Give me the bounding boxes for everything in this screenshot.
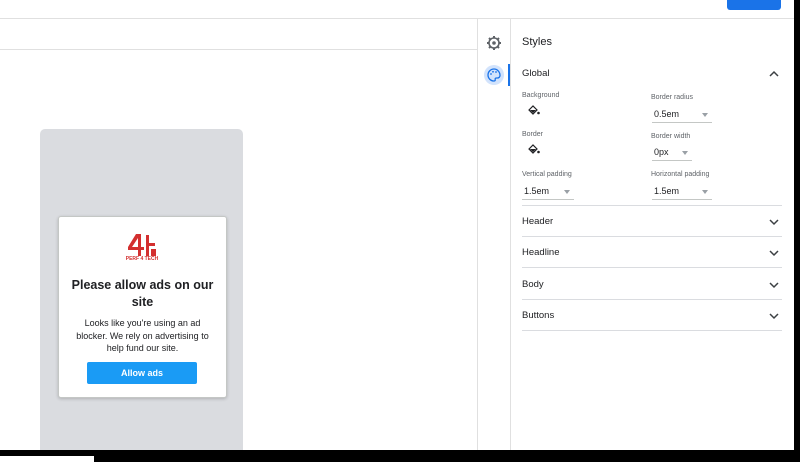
section-global[interactable]: Global <box>522 66 780 84</box>
bottom-strip <box>0 456 94 462</box>
vertical-padding-label: Vertical padding <box>522 171 572 178</box>
paint-bucket-icon[interactable] <box>527 143 541 155</box>
dropdown-arrow-icon <box>564 190 570 194</box>
canvas-divider <box>0 49 477 50</box>
section-divider <box>522 267 782 268</box>
section-headline[interactable]: Headline <box>522 245 780 263</box>
border-width-value: 0px <box>654 147 669 157</box>
perf4tech-logo: PERF 4 TECH <box>125 232 159 264</box>
ad-block-dialog: PERF 4 TECH Please allow ads on our site… <box>58 216 227 398</box>
section-divider <box>522 236 782 237</box>
border-width-label: Border width <box>651 133 691 140</box>
paint-bucket-icon[interactable] <box>527 104 541 116</box>
styles-panel: Styles Global Background Border radius 0… <box>510 19 794 450</box>
side-rail <box>477 19 511 450</box>
chevron-down-icon <box>769 250 779 257</box>
section-divider <box>522 205 782 206</box>
palette-icon[interactable] <box>484 65 504 85</box>
border-width-select[interactable]: 0px <box>652 146 692 161</box>
border-radius-value: 0.5em <box>654 109 680 119</box>
section-label: Headline <box>522 247 560 258</box>
panel-title: Styles <box>522 36 552 48</box>
allow-ads-button[interactable]: Allow ads <box>87 362 197 384</box>
border-label: Border <box>522 131 544 138</box>
dialog-title: Please allow ads on our site <box>71 278 214 309</box>
preview-device: PERF 4 TECH Please allow ads on our site… <box>40 129 243 450</box>
chevron-down-icon <box>769 282 779 289</box>
section-buttons[interactable]: Buttons <box>522 308 780 326</box>
section-divider <box>522 299 782 300</box>
section-label: Header <box>522 216 554 227</box>
border-radius-select[interactable]: 0.5em <box>652 108 712 123</box>
section-body[interactable]: Body <box>522 277 780 295</box>
section-header[interactable]: Header <box>522 214 780 232</box>
dropdown-arrow-icon <box>702 190 708 194</box>
chevron-down-icon <box>769 313 779 320</box>
dialog-body: Looks like you're using an ad blocker. W… <box>76 318 209 353</box>
horizontal-padding-value: 1.5em <box>654 186 680 196</box>
vertical-padding-value: 1.5em <box>524 186 550 196</box>
horizontal-padding-label: Horizontal padding <box>651 171 710 178</box>
section-label: Buttons <box>522 310 555 321</box>
chevron-down-icon <box>769 219 779 226</box>
section-divider <box>522 330 782 331</box>
border-radius-label: Border radius <box>651 94 694 101</box>
horizontal-padding-select[interactable]: 1.5em <box>652 185 712 200</box>
top-link[interactable] <box>668 0 716 4</box>
logo-text: PERF 4 TECH <box>125 256 159 262</box>
vertical-padding-select[interactable]: 1.5em <box>522 185 574 200</box>
publish-button[interactable] <box>727 0 781 10</box>
dropdown-arrow-icon <box>702 113 708 117</box>
preview-canvas: PERF 4 TECH Please allow ads on our site… <box>0 19 477 450</box>
app-window: PERF 4 TECH Please allow ads on our site… <box>0 0 794 450</box>
section-label: Body <box>522 279 544 290</box>
background-label: Background <box>522 92 560 99</box>
gear-icon[interactable] <box>484 33 504 53</box>
dropdown-arrow-icon <box>682 151 688 155</box>
chevron-up-icon <box>769 70 779 77</box>
section-label: Global <box>522 68 550 79</box>
